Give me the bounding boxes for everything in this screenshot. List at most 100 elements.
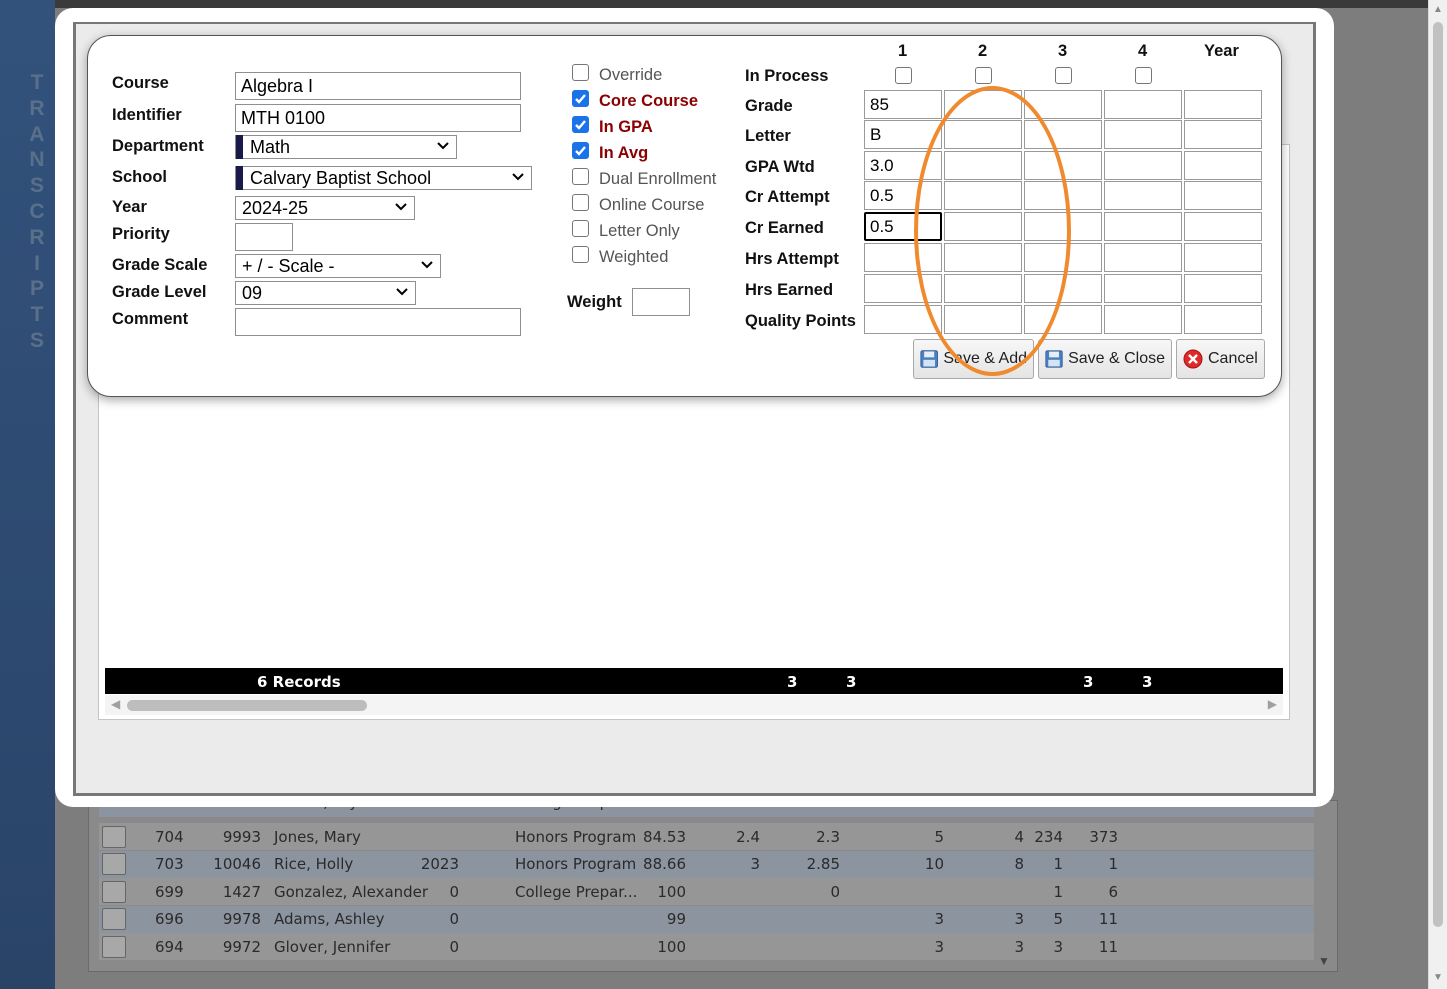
table-row[interactable]: 694 9972 Glover, Jennifer 0 100 3 3 3 11 [99,933,1314,960]
grade-input-cell[interactable] [944,90,1022,119]
scroll-down-icon[interactable]: ▼ [1433,972,1443,983]
row-checkbox[interactable] [102,853,126,875]
comment-input[interactable] [235,308,521,336]
grade-input-cell[interactable] [1104,243,1182,272]
flag-checkbox[interactable] [572,194,589,211]
school-select[interactable]: Calvary Baptist School [235,166,532,190]
grade-scale-select[interactable]: + / - Scale - [235,254,441,278]
flag-checkbox[interactable] [572,168,589,185]
grade-input-cell[interactable] [944,212,1022,241]
grade-input-cell[interactable] [1024,212,1102,241]
grade-input-cell[interactable] [1024,305,1102,334]
grade-input-cell[interactable] [1024,151,1102,180]
table-row[interactable]: 696 9978 Adams, Ashley 0 99 3 3 5 11 [99,905,1314,933]
grade-input-cell[interactable] [1104,181,1182,210]
table-cell: 88.66 [643,855,686,873]
save-close-button[interactable]: Save & Close [1038,339,1172,379]
grade-input-cell[interactable] [1184,274,1262,303]
flag-checkbox[interactable] [572,246,589,263]
grade-input-cell[interactable] [1184,120,1262,149]
grade-input-cell[interactable] [1104,120,1182,149]
grade-input-cell[interactable] [944,274,1022,303]
table-row[interactable]: 699 1427 Gonzalez, Alexander 0 College Prepa… [99,878,1314,905]
grade-input-cell[interactable] [864,274,942,303]
flag-label: In GPA [599,118,653,136]
grade-input-cell[interactable] [1024,120,1102,149]
grade-input-cell[interactable]: 85 [864,90,942,119]
table-cell: 100 [657,937,686,956]
grade-input-cell[interactable] [1184,212,1262,241]
grade-row-label: Letter [745,127,791,145]
table-cell: 9978 [222,910,261,928]
total-value: 3 [846,673,857,691]
grade-input-cell[interactable] [1184,243,1262,272]
grade-input-cell[interactable] [1184,151,1262,180]
department-select[interactable]: Math [235,135,457,159]
flag-checkbox[interactable] [572,116,589,133]
row-checkbox[interactable] [102,908,126,930]
row-checkbox[interactable] [102,935,126,958]
scroll-right-icon[interactable]: ▶ [1268,697,1277,711]
table-cell: 373 [1089,827,1118,846]
year-select[interactable]: 2024-25 [235,196,415,220]
page-scrollbar[interactable]: ▲ ▼ [1428,0,1447,989]
in-process-checkbox[interactable] [895,67,912,84]
row-checkbox[interactable] [102,880,126,903]
grade-input-cell[interactable] [1024,243,1102,272]
grade-input-cell[interactable] [1024,274,1102,303]
table-row[interactable]: 703 10046 Rice, Holly 2023 Honors Program 88.… [99,850,1314,878]
table-cell: 0 [449,910,459,928]
table-cell: 2023 [420,855,459,873]
grade-input-cell[interactable] [944,243,1022,272]
grade-input-cell[interactable] [1184,305,1262,334]
grade-input-cell[interactable] [944,151,1022,180]
side-panel: T R A N S C R I P T S [0,0,55,989]
grade-input-cell[interactable]: 0.5 [864,181,942,210]
grade-input-cell[interactable]: 3.0 [864,151,942,180]
identifier-input[interactable]: MTH 0100 [235,104,521,132]
grade-input-cell[interactable] [864,305,942,334]
priority-input[interactable] [235,223,293,251]
grade-input-cell[interactable] [1104,151,1182,180]
in-process-checkbox[interactable] [1055,67,1072,84]
table-cell: 3 [750,855,760,873]
scroll-left-icon[interactable]: ◀ [111,697,120,711]
horizontal-scrollbar[interactable]: ◀ ▶ [105,695,1283,715]
grade-input-cell[interactable] [864,243,942,272]
grade-input-cell[interactable] [944,120,1022,149]
close-icon [1183,349,1203,369]
grade-input-cell[interactable] [1104,212,1182,241]
flag-label: In Avg [599,144,649,162]
grade-input-cell[interactable] [1184,90,1262,119]
course-input[interactable]: Algebra I [235,72,521,100]
grade-level-label: Grade Level [112,283,207,301]
table-cell: Honors Program [515,827,637,846]
grade-input-cell[interactable] [1024,90,1102,119]
flag-checkbox[interactable] [572,64,589,81]
grade-input-cell[interactable] [1024,181,1102,210]
grade-input-cell[interactable] [1104,90,1182,119]
grade-level-select[interactable]: 09 [235,281,416,305]
save-add-button[interactable]: Save & Add [913,339,1034,379]
flag-checkbox[interactable] [572,142,589,159]
scroll-down-icon[interactable]: ▼ [1318,954,1330,968]
scroll-up-icon[interactable]: ▲ [1433,4,1443,15]
grade-input-cell[interactable] [1104,274,1182,303]
cancel-button[interactable]: Cancel [1176,339,1265,379]
flag-checkbox[interactable] [572,220,589,237]
flag-checkbox[interactable] [572,90,589,107]
weight-input[interactable] [632,288,690,316]
grade-input-cell[interactable] [944,181,1022,210]
flag-label: Weighted [599,248,669,266]
grade-input-cell[interactable] [1104,305,1182,334]
in-process-checkbox[interactable] [975,67,992,84]
table-row[interactable]: 704 9993 Jones, Mary Honors Program 84.53 2.4… [99,823,1314,850]
table-cell: 11 [1098,910,1118,928]
row-checkbox[interactable] [102,825,126,848]
in-process-checkbox[interactable] [1135,67,1152,84]
grade-input-cell[interactable] [1184,181,1262,210]
flag-label: Dual Enrollment [599,170,717,188]
grade-input-cell[interactable] [944,305,1022,334]
grade-input-cell[interactable]: 0.5 [864,212,942,241]
grade-input-cell[interactable]: B [864,120,942,149]
